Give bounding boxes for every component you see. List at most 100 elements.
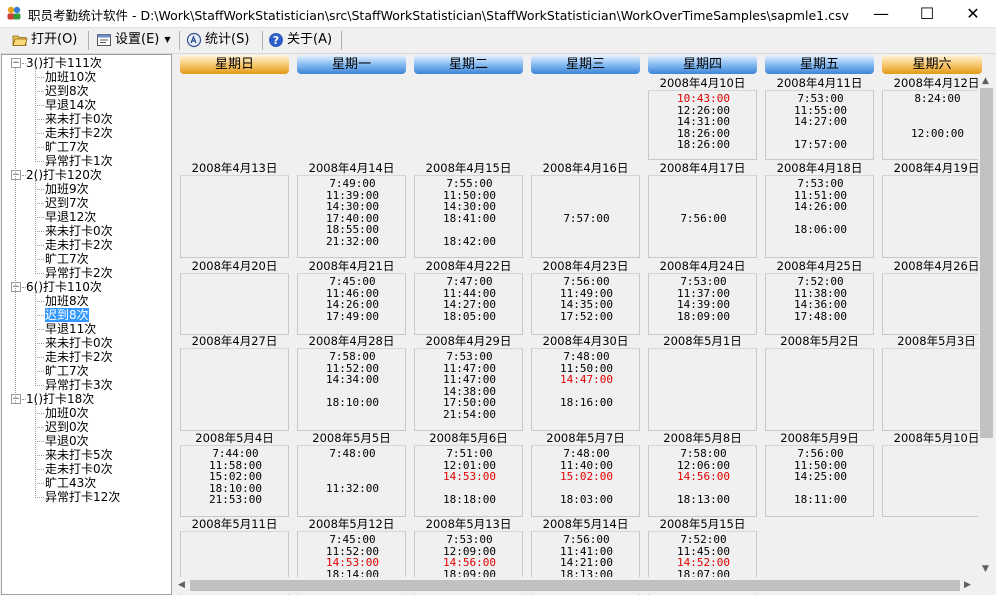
- calendar-day-cell[interactable]: 2008年4月20日: [180, 259, 289, 335]
- tree-item[interactable]: 早退12次: [45, 210, 96, 224]
- day-times-box: 7:53:00 11:51:00 14:26:00 18:06:00: [765, 175, 874, 258]
- day-header-2[interactable]: 星期二: [414, 55, 523, 74]
- about-button[interactable]: ? 关于(A): [268, 30, 332, 50]
- tree-item[interactable]: 走未打卡2次: [45, 126, 113, 140]
- scroll-down-icon[interactable]: ▼: [982, 564, 989, 574]
- tree-item[interactable]: 异常打卡3次: [45, 378, 113, 392]
- tree-item[interactable]: 早退11次: [45, 322, 96, 336]
- calendar-day-cell[interactable]: 2008年4月19日: [882, 161, 991, 258]
- day-header-1[interactable]: 星期一: [297, 55, 406, 74]
- vertical-scrollbar[interactable]: ▲ ▼: [978, 74, 995, 577]
- vertical-scroll-thumb[interactable]: [980, 88, 993, 438]
- day-times-box: 7:47:00 11:44:00 14:27:00 18:05:00: [414, 273, 523, 335]
- tree-item[interactable]: 来未打卡0次: [45, 336, 113, 350]
- calendar-day-cell[interactable]: 2008年4月21日 7:45:00 11:46:00 14:26:00 17:49:0…: [297, 259, 406, 335]
- horizontal-scroll-thumb[interactable]: [190, 580, 960, 591]
- tree-item[interactable]: 来未打卡0次: [45, 112, 113, 126]
- calendar-day-cell[interactable]: 2008年5月8日 7:58:00 12:06:00 14:56:00 18:13:00: [648, 431, 757, 517]
- calendar-day-cell[interactable]: 2008年4月16日 7:57:00: [531, 161, 640, 258]
- scroll-right-icon[interactable]: ▶: [964, 580, 971, 590]
- calendar-day-cell[interactable]: 2008年4月12日 8:24:00 12:00:00: [882, 76, 991, 160]
- calendar-day-cell[interactable]: 2008年4月13日: [180, 161, 289, 258]
- tree-item[interactable]: 异常打卡1次: [45, 154, 113, 168]
- day-header-0[interactable]: 星期日: [180, 55, 289, 74]
- calendar-day-cell[interactable]: 2008年4月10日 10:43:00 12:26:00 14:31:00 18:26:…: [648, 76, 757, 160]
- tree-item[interactable]: 来未打卡5次: [45, 448, 113, 462]
- tree-item[interactable]: 迟到8次: [45, 84, 89, 98]
- tree-collapse-icon[interactable]: −: [11, 170, 21, 180]
- calendar-day-cell[interactable]: 2008年5月10日: [882, 431, 991, 517]
- day-date-label: 2008年5月8日: [663, 431, 742, 445]
- calendar-day-cell[interactable]: 2008年4月18日 7:53:00 11:51:00 14:26:00 18:06:0…: [765, 161, 874, 258]
- tree-item[interactable]: 来未打卡0次: [45, 224, 113, 238]
- day-times-box: 7:53:00 11:47:00 11:47:00 14:38:00 17:50:00 2…: [414, 348, 523, 431]
- chevron-down-icon[interactable]: ▼: [164, 30, 170, 50]
- calendar-day-cell[interactable]: 2008年4月27日: [180, 334, 289, 431]
- calendar-day-cell[interactable]: 2008年5月1日: [648, 334, 757, 431]
- day-date-label: 2008年5月15日: [659, 517, 746, 531]
- stats-button[interactable]: 统计(S): [186, 30, 249, 50]
- calendar-day-cell[interactable]: 2008年4月24日 7:53:00 11:37:00 14:39:00 18:09:0…: [648, 259, 757, 335]
- scroll-up-icon[interactable]: ▲: [982, 76, 989, 86]
- punch-time: 17:49:00: [326, 309, 379, 323]
- day-header-4[interactable]: 星期四: [648, 55, 757, 74]
- calendar-day-cell[interactable]: 2008年5月3日: [882, 334, 991, 431]
- tree-item[interactable]: 旷工7次: [45, 252, 89, 266]
- calendar-day-cell[interactable]: 2008年5月6日 7:51:00 12:01:00 14:53:00 18:18:00: [414, 431, 523, 517]
- tree-collapse-icon[interactable]: −: [11, 394, 21, 404]
- tree-item[interactable]: 早退0次: [45, 434, 89, 448]
- open-button[interactable]: 打开(O): [12, 30, 77, 50]
- calendar-day-cell[interactable]: 2008年4月25日 7:52:00 11:38:00 14:36:00 17:48:0…: [765, 259, 874, 335]
- calendar-day-cell[interactable]: 2008年4月29日 7:53:00 11:47:00 11:47:00 14:38:0…: [414, 334, 523, 431]
- scroll-left-icon[interactable]: ◀: [178, 580, 185, 590]
- tree-item[interactable]: 走未打卡2次: [45, 238, 113, 252]
- calendar-day-cell[interactable]: 2008年4月28日 7:58:00 11:52:00 14:34:00 18:10:0…: [297, 334, 406, 431]
- tree-item[interactable]: 早退14次: [45, 98, 96, 112]
- day-header-6[interactable]: 星期六: [882, 55, 982, 74]
- tree-item[interactable]: 加班9次: [45, 182, 89, 196]
- punch-time: 14:56:00: [677, 470, 730, 483]
- punch-time: 21:54:00: [443, 407, 496, 421]
- tree-collapse-icon[interactable]: −: [11, 58, 21, 68]
- calendar-day-cell[interactable]: 2008年4月22日 7:47:00 11:44:00 14:27:00 18:05:0…: [414, 259, 523, 335]
- maximize-button[interactable]: ☐: [904, 0, 950, 27]
- tree-item[interactable]: 旷工7次: [45, 140, 89, 154]
- tree-item[interactable]: 迟到8次: [45, 308, 89, 322]
- calendar-day-cell[interactable]: 2008年4月23日 7:56:00 11:49:00 14:35:00 17:52:0…: [531, 259, 640, 335]
- calendar-day-cell[interactable]: 2008年5月4日 7:44:00 11:58:00 15:02:00 18:10:00…: [180, 431, 289, 517]
- tree-item[interactable]: 异常打卡2次: [45, 266, 113, 280]
- tree-group-node[interactable]: 6()打卡110次: [26, 280, 102, 294]
- tree-group-node[interactable]: 2()打卡120次: [26, 168, 102, 182]
- tree-item[interactable]: 走未打卡0次: [45, 462, 113, 476]
- tree-item[interactable]: 迟到7次: [45, 196, 89, 210]
- employee-tree[interactable]: −3()打卡111次 加班10次 迟到8次 早退14次 来未打卡0次 走未打卡2次 旷工7次…: [1, 54, 172, 595]
- tree-item[interactable]: 旷工7次: [45, 364, 89, 378]
- day-header-3[interactable]: 星期三: [531, 55, 640, 74]
- tree-item[interactable]: 加班10次: [45, 70, 96, 84]
- tree-item[interactable]: 加班8次: [45, 294, 89, 308]
- calendar-day-cell[interactable]: 2008年5月9日 7:56:00 11:50:00 14:25:00 18:11:00: [765, 431, 874, 517]
- calendar-day-cell[interactable]: 2008年5月7日 7:48:00 11:40:00 15:02:00 18:03:00: [531, 431, 640, 517]
- calendar-day-cell[interactable]: 2008年4月17日 7:56:00: [648, 161, 757, 258]
- day-header-5[interactable]: 星期五: [765, 55, 874, 74]
- tree-item[interactable]: 旷工43次: [45, 476, 96, 490]
- calendar-day-cell[interactable]: 2008年5月2日: [765, 334, 874, 431]
- tree-item[interactable]: 走未打卡2次: [45, 350, 113, 364]
- tree-item[interactable]: 异常打卡12次: [45, 490, 120, 504]
- settings-button[interactable]: 设置(E) ▼: [96, 30, 171, 50]
- tree-collapse-icon[interactable]: −: [11, 282, 21, 292]
- calendar-day-cell[interactable]: 2008年4月15日 7:55:00 11:50:00 14:30:00 18:41:0…: [414, 161, 523, 258]
- calendar-day-cell[interactable]: 2008年4月11日 7:53:00 11:55:00 14:27:00 17:57:0…: [765, 76, 874, 160]
- tree-item[interactable]: 加班0次: [45, 406, 89, 420]
- calendar-day-cell[interactable]: 2008年4月14日 7:49:00 11:39:00 14:30:00 17:40:0…: [297, 161, 406, 258]
- calendar-day-cell[interactable]: 2008年4月26日: [882, 259, 991, 335]
- calendar-day-cell[interactable]: 2008年5月5日 7:48:00 11:32:00: [297, 431, 406, 517]
- tree-group-node[interactable]: 3()打卡111次: [26, 56, 102, 70]
- tree-item[interactable]: 迟到0次: [45, 420, 89, 434]
- minimize-button[interactable]: —: [858, 0, 904, 27]
- tree-item-label: 迟到8次: [45, 308, 89, 322]
- tree-group-node[interactable]: 1()打卡18次: [26, 392, 94, 406]
- close-button[interactable]: ✕: [950, 0, 996, 27]
- calendar-day-cell[interactable]: 2008年4月30日 7:48:00 11:50:00 14:47:00 18:16:0…: [531, 334, 640, 431]
- horizontal-scrollbar[interactable]: ◀ ▶: [174, 577, 978, 594]
